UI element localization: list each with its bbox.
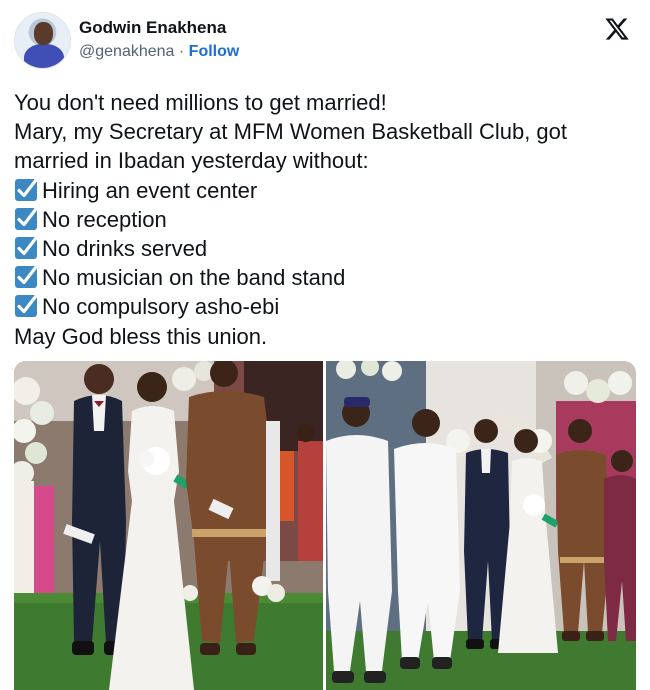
checklist-label: No drinks served bbox=[42, 236, 208, 262]
checklist-label: No compulsory asho-ebi bbox=[42, 294, 280, 320]
tweet-line: May God bless this union. bbox=[14, 323, 268, 349]
tweet-header: Godwin Enakhena @genakhena · Follow bbox=[14, 12, 638, 70]
check-box-icon bbox=[15, 294, 38, 318]
check-box-icon bbox=[15, 178, 38, 201]
avatar[interactable] bbox=[14, 12, 71, 69]
x-logo-icon[interactable] bbox=[604, 16, 630, 42]
wedding-photo-left-image bbox=[14, 361, 323, 690]
checklist-item: No musician on the band stand bbox=[14, 263, 634, 292]
checklist-item: Hiring an event center bbox=[14, 176, 634, 205]
author-handle-row: @genakhena · Follow bbox=[79, 43, 239, 61]
author-name[interactable]: Godwin Enakhena bbox=[79, 18, 226, 38]
checklist-label: Hiring an event center bbox=[42, 177, 258, 203]
tweet-text: You don't need millions to get married! … bbox=[14, 88, 634, 351]
check-box-icon bbox=[15, 207, 38, 230]
wedding-photo-right-image bbox=[326, 361, 636, 690]
avatar-head bbox=[34, 22, 53, 45]
author-handle[interactable]: @genakhena bbox=[79, 43, 174, 60]
checklist-item: No compulsory asho-ebi bbox=[14, 292, 634, 321]
tweet-line: married in Ibadan yesterday without: bbox=[14, 148, 369, 174]
wedding-photo-left[interactable] bbox=[14, 361, 323, 690]
avatar-body bbox=[24, 44, 64, 68]
check-box-icon bbox=[15, 265, 38, 289]
follow-button[interactable]: Follow bbox=[189, 43, 240, 60]
tweet-line: You don't need millions to get married! bbox=[14, 90, 387, 115]
checklist-label: No musician on the band stand bbox=[42, 265, 346, 291]
tweet-line: Mary, my Secretary at MFM Women Basketba… bbox=[14, 119, 568, 145]
checklist-item: No drinks served bbox=[14, 234, 634, 263]
check-box-icon bbox=[15, 236, 38, 260]
handle-separator: · bbox=[178, 43, 185, 60]
media-grid bbox=[14, 361, 636, 690]
wedding-photo-right[interactable] bbox=[326, 361, 636, 690]
checklist-item: No reception bbox=[14, 205, 634, 234]
checklist-label: No reception bbox=[42, 206, 167, 232]
